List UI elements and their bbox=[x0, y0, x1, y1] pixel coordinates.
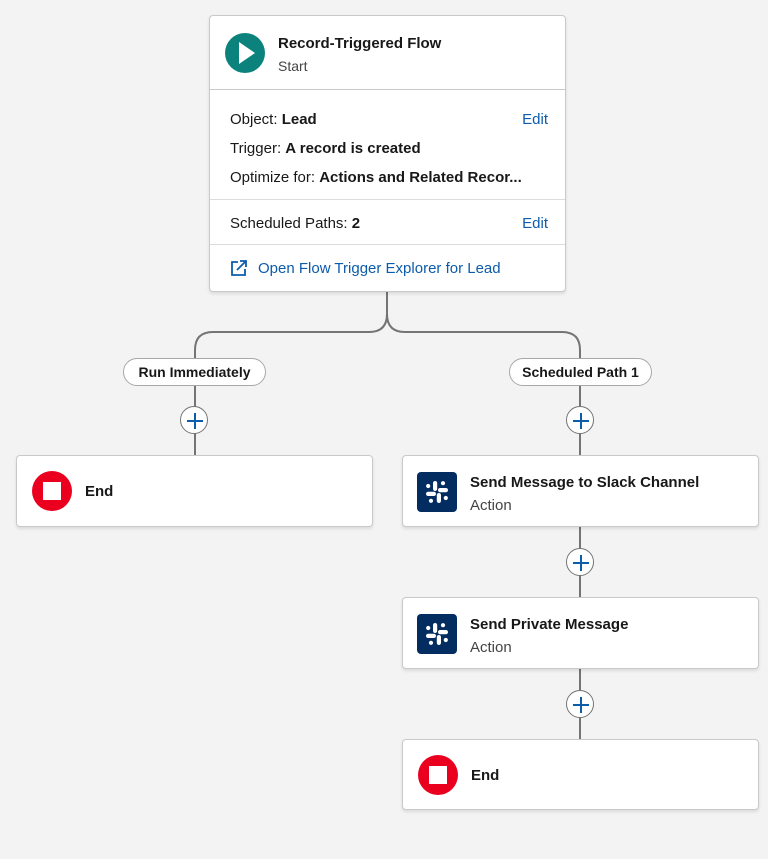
trigger-value: A record is created bbox=[285, 140, 421, 157]
start-subtitle: Start bbox=[278, 58, 308, 74]
start-header: Record-Triggered Flow Start bbox=[210, 16, 565, 90]
trigger-label: Trigger: bbox=[230, 140, 286, 157]
start-element-card[interactable]: Record-Triggered Flow Start Object: Lead… bbox=[209, 15, 566, 292]
optimize-value: Actions and Related Recor... bbox=[319, 169, 522, 186]
add-element-button[interactable] bbox=[566, 548, 594, 576]
trigger-row: Trigger: A record is created bbox=[230, 140, 421, 157]
scheduled-paths-value: 2 bbox=[351, 215, 361, 232]
scheduled-paths-label: Scheduled Paths: bbox=[230, 215, 352, 232]
end-node-title: End bbox=[471, 767, 500, 784]
action-node-title: Send Private Message bbox=[470, 616, 629, 633]
add-element-button[interactable] bbox=[566, 406, 594, 434]
action-node-send-private-message[interactable]: Send Private Message Action bbox=[402, 597, 759, 669]
stop-icon bbox=[418, 755, 458, 795]
plus-icon bbox=[573, 697, 589, 713]
object-value: Lead bbox=[281, 111, 317, 128]
edit-scheduled-paths-button[interactable]: Edit bbox=[522, 215, 548, 232]
end-node-left[interactable]: End bbox=[16, 455, 373, 527]
slack-icon bbox=[417, 614, 457, 654]
optimize-row: Optimize for: Actions and Related Recor.… bbox=[230, 169, 522, 186]
add-element-button[interactable] bbox=[180, 406, 208, 434]
action-node-type: Action bbox=[470, 497, 512, 514]
external-link-icon bbox=[230, 259, 248, 282]
end-node-title: End bbox=[85, 483, 114, 500]
end-node-right[interactable]: End bbox=[402, 739, 759, 810]
start-title: Record-Triggered Flow bbox=[278, 35, 442, 52]
action-node-send-message-slack-channel[interactable]: Send Message to Slack Channel Action bbox=[402, 455, 759, 527]
path-label-run-immediately[interactable]: Run Immediately bbox=[123, 358, 266, 386]
plus-icon bbox=[187, 413, 203, 429]
divider bbox=[210, 244, 565, 245]
play-icon bbox=[225, 33, 265, 73]
path-label-scheduled-path-1[interactable]: Scheduled Path 1 bbox=[509, 358, 652, 386]
divider bbox=[210, 199, 565, 200]
object-label: Object: bbox=[230, 111, 282, 128]
plus-icon bbox=[573, 555, 589, 571]
edit-trigger-button[interactable]: Edit bbox=[522, 111, 548, 128]
object-row: Object: Lead bbox=[230, 111, 317, 128]
add-element-button[interactable] bbox=[566, 690, 594, 718]
action-node-type: Action bbox=[470, 639, 512, 656]
optimize-label: Optimize for: bbox=[230, 169, 320, 186]
slack-icon bbox=[417, 472, 457, 512]
stop-icon bbox=[32, 471, 72, 511]
scheduled-paths-row: Scheduled Paths: 2 bbox=[230, 215, 360, 232]
action-node-title: Send Message to Slack Channel bbox=[470, 474, 700, 491]
plus-icon bbox=[573, 413, 589, 429]
open-flow-trigger-explorer-link[interactable]: Open Flow Trigger Explorer for Lead bbox=[258, 260, 501, 277]
